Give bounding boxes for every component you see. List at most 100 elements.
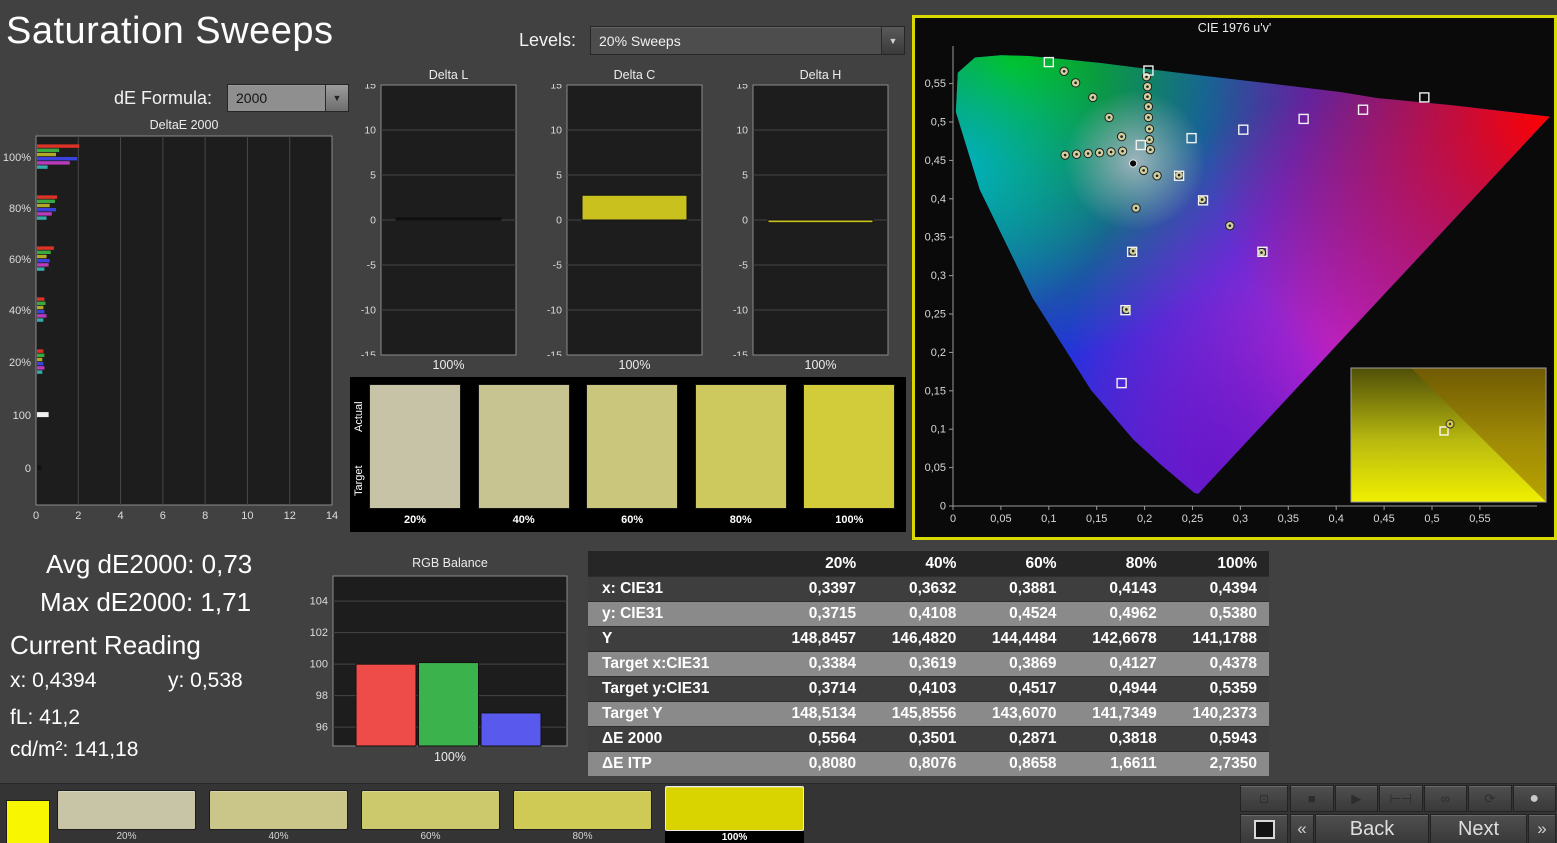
pattern-window-icon: ⊡ bbox=[1259, 792, 1269, 806]
saturation-patch-40%[interactable]: 40% bbox=[209, 790, 348, 843]
pattern-toggle-button[interactable] bbox=[1240, 814, 1288, 843]
deltae-bar bbox=[37, 195, 57, 198]
rgb-balance-chart-title: RGB Balance bbox=[333, 556, 567, 570]
de-formula-dropdown[interactable]: 2000 ▼ bbox=[227, 84, 349, 112]
svg-text:0,05: 0,05 bbox=[925, 462, 946, 474]
table-cell: 0,8658 bbox=[968, 752, 1068, 777]
svg-text:10: 10 bbox=[364, 125, 376, 137]
svg-text:0,5: 0,5 bbox=[931, 117, 946, 129]
table-cell: 143,6070 bbox=[968, 702, 1068, 727]
saturation-patch-80%[interactable]: 80% bbox=[513, 790, 652, 843]
delta-l-chart-title: Delta L bbox=[381, 68, 516, 82]
next-button[interactable]: Next bbox=[1430, 814, 1527, 843]
svg-text:10: 10 bbox=[550, 125, 562, 137]
sweep-swatch: 100% bbox=[803, 384, 895, 526]
table-col-header: 60% bbox=[968, 551, 1068, 577]
deltae-bar bbox=[37, 149, 59, 152]
sweep-swatch-label: 80% bbox=[695, 514, 787, 526]
deltae-bar bbox=[37, 302, 45, 305]
delta-c-chart: Delta C 151050-5-10-15 100% bbox=[541, 68, 727, 374]
saturation-patch-row: 20%40%60%80% 100% bbox=[57, 790, 804, 843]
svg-text:0,25: 0,25 bbox=[1182, 513, 1203, 525]
deltae-bar bbox=[37, 358, 42, 361]
svg-text:12: 12 bbox=[284, 510, 296, 522]
table-row: ΔE ITP0,80800,80760,86581,66112,7350 bbox=[588, 752, 1269, 777]
delta-h-xlabel: 100% bbox=[753, 358, 888, 372]
svg-text:-15: -15 bbox=[547, 350, 562, 357]
svg-text:14: 14 bbox=[326, 510, 338, 522]
pattern-window-button[interactable]: ⊡ bbox=[1240, 785, 1288, 812]
svg-text:0,45: 0,45 bbox=[1373, 513, 1394, 525]
sweep-swatch-color bbox=[695, 384, 787, 509]
back-button[interactable]: Back bbox=[1315, 814, 1429, 843]
current-y-readout: y: 0,538 bbox=[168, 669, 243, 693]
table-cell: 0,4143 bbox=[1069, 577, 1169, 602]
stop-button[interactable]: ■ bbox=[1290, 785, 1334, 812]
current-x-readout: x: 0,4394 bbox=[10, 669, 96, 693]
svg-text:-5: -5 bbox=[553, 260, 562, 272]
svg-text:15: 15 bbox=[736, 84, 748, 92]
measurement-point bbox=[1144, 113, 1152, 121]
svg-text:0: 0 bbox=[25, 463, 31, 475]
record-button[interactable]: ● bbox=[1513, 785, 1557, 812]
table-cell: 0,4108 bbox=[868, 602, 968, 627]
table-cell: 0,4378 bbox=[1169, 652, 1269, 677]
deltae2000-plot: 02468101214100%80%60%40%20%1000 bbox=[2, 134, 338, 524]
deltae2000-chart: DeltaE 2000 02468101214100%80%60%40%20%1… bbox=[2, 118, 338, 524]
table-cell: 0,4103 bbox=[868, 677, 968, 702]
saturation-patch-60%[interactable]: 60% bbox=[361, 790, 500, 843]
svg-text:100: 100 bbox=[310, 659, 328, 671]
cie-diagram-plot: 00,050,10,150,20,250,30,350,40,450,50,55… bbox=[915, 18, 1554, 537]
deltae-bar bbox=[37, 212, 52, 215]
table-cell: 0,4517 bbox=[968, 677, 1068, 702]
table-cell: 140,2373 bbox=[1169, 702, 1269, 727]
table-row: x: CIE310,33970,36320,38810,41430,4394 bbox=[588, 577, 1269, 602]
svg-text:0,55: 0,55 bbox=[1469, 513, 1490, 525]
measurement-point bbox=[1105, 113, 1113, 121]
sweep-swatch: 60% bbox=[586, 384, 678, 526]
bottom-bar: 20%40%60%80% 100% ⊡ ■▶⊢⊣∞⟳● «BackNext» bbox=[0, 783, 1557, 843]
cie-zoom-inset bbox=[1351, 368, 1546, 502]
saturation-patch-color bbox=[209, 790, 348, 830]
deltae-bar bbox=[37, 306, 43, 309]
deltae-bar bbox=[37, 412, 49, 417]
table-header-row: 20%40%60%80%100% bbox=[588, 551, 1269, 577]
delta-bar bbox=[396, 218, 501, 220]
measurement-point bbox=[1132, 204, 1140, 212]
svg-text:4: 4 bbox=[118, 510, 124, 522]
target-row-label: Target bbox=[353, 453, 365, 509]
refresh-button[interactable]: ⟳ bbox=[1468, 785, 1512, 812]
delta-c-xlabel: 100% bbox=[567, 358, 702, 372]
svg-text:0,4: 0,4 bbox=[931, 193, 946, 205]
rgb-balance-xlabel: 100% bbox=[333, 750, 567, 764]
deltae-bar bbox=[37, 370, 42, 373]
saturation-patch-label: 100% bbox=[665, 831, 804, 843]
continuous-measure-button[interactable]: ∞ bbox=[1424, 785, 1468, 812]
svg-text:0,15: 0,15 bbox=[925, 385, 946, 397]
pattern-size-button[interactable]: ⊢⊣ bbox=[1379, 785, 1423, 812]
measurement-point bbox=[1175, 171, 1183, 179]
levels-dropdown[interactable]: 20% Sweeps ▼ bbox=[590, 26, 905, 55]
deltae-bar bbox=[37, 157, 77, 160]
back-chevron-button[interactable]: « bbox=[1290, 814, 1314, 843]
next-chevron-button[interactable]: » bbox=[1528, 814, 1556, 843]
delta-h-chart-title: Delta H bbox=[753, 68, 888, 82]
delta-h-plot: 151050-5-10-15 bbox=[727, 84, 897, 356]
svg-text:0: 0 bbox=[370, 215, 376, 227]
saturation-patch-color bbox=[665, 786, 804, 831]
deltae-bar bbox=[37, 349, 43, 352]
deltae-bar bbox=[37, 165, 48, 168]
saturation-patch-100%[interactable]: 100% bbox=[665, 790, 804, 843]
deltae-bar bbox=[37, 216, 47, 219]
chevron-down-icon: ▼ bbox=[881, 27, 904, 54]
svg-text:98: 98 bbox=[316, 690, 328, 702]
table-cell: 0,2871 bbox=[968, 727, 1068, 752]
saturation-patch-20%[interactable]: 20% bbox=[57, 790, 196, 843]
svg-text:0,05: 0,05 bbox=[990, 513, 1011, 525]
deltae-bar bbox=[37, 318, 43, 321]
play-button[interactable]: ▶ bbox=[1335, 785, 1379, 812]
actual-row-label: Actual bbox=[353, 389, 365, 445]
measurement-point bbox=[1145, 135, 1153, 143]
svg-text:0,55: 0,55 bbox=[925, 78, 946, 90]
deltae-bar bbox=[37, 465, 41, 470]
